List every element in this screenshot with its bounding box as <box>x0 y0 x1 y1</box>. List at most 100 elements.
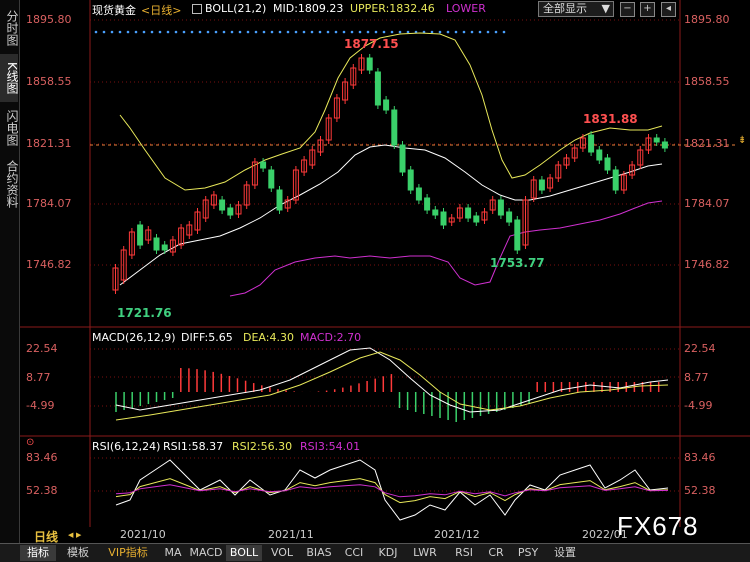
signal-dot <box>470 30 474 34</box>
candle-body <box>612 169 619 191</box>
signal-dot <box>390 30 394 34</box>
signal-dot <box>246 30 250 34</box>
tab-vol[interactable]: VOL <box>266 545 298 561</box>
arrow-icon[interactable]: ◂ <box>661 2 676 17</box>
candle-body <box>153 237 160 251</box>
xaxis-label-3: 2021/12 <box>434 528 480 541</box>
tab-templates[interactable]: 模板 <box>60 545 96 561</box>
tab-timeshare[interactable]: 分时图 <box>0 4 19 52</box>
candle-body <box>432 209 439 216</box>
arrow-left-icon[interactable]: ◀ <box>68 531 73 539</box>
tab-contract-info[interactable]: 合约资料 <box>0 154 19 214</box>
boll-upper-line <box>119 32 663 191</box>
tab-cr[interactable]: CR <box>482 545 510 561</box>
plus-icon[interactable]: + <box>640 2 655 17</box>
period-label[interactable]: <日线> <box>141 2 181 18</box>
annotation-low: 1721.76 <box>117 306 172 320</box>
chevron-down-icon: ▼ <box>601 2 610 15</box>
yaxis-left-5: 1746.82 <box>26 258 72 271</box>
boll-title: BOLL(21,2) <box>205 2 267 15</box>
candle-body <box>227 207 234 216</box>
tab-kdj[interactable]: KDJ <box>372 545 404 561</box>
candle-body <box>538 179 545 191</box>
candle-body <box>399 144 406 173</box>
macd-yaxis-left-1: 22.54 <box>26 342 58 355</box>
macd-yaxis-right-3: -4.99 <box>684 399 713 412</box>
rsi2-value: RSI2:56.30 <box>232 440 293 453</box>
candle-body <box>497 199 504 216</box>
rsi3-value: RSI3:54.01 <box>300 440 361 453</box>
candle-body <box>604 157 611 171</box>
chart-area[interactable]: 现货黄金 <日线> BOLL(21,2) MID:1809.23 UPPER:1… <box>20 0 750 543</box>
tab-vip-indicators[interactable]: VIP指标 <box>100 545 156 561</box>
macd-yaxis-left-2: 8.77 <box>26 371 51 384</box>
signal-dot <box>182 30 186 34</box>
signal-dot <box>334 30 338 34</box>
macd-yaxis-left-3: -4.99 <box>26 399 55 412</box>
macd-dea: DEA:4.30 <box>243 331 294 344</box>
signal-dot <box>486 30 490 34</box>
tab-rsi[interactable]: RSI <box>448 545 480 561</box>
yaxis-left-2: 1858.55 <box>26 75 72 88</box>
tab-flash-chart[interactable]: 闪电图 <box>0 104 19 152</box>
signal-dot <box>102 30 106 34</box>
signal-dot <box>158 30 162 34</box>
signal-dot <box>446 30 450 34</box>
indicator-settings-icon[interactable]: ⊙ <box>26 437 34 448</box>
rsi-yaxis-left-1: 83.46 <box>26 451 58 464</box>
yaxis-left-1: 1895.80 <box>26 13 72 26</box>
signal-dot <box>350 30 354 34</box>
annotation-mid-low: 1753.77 <box>490 256 545 270</box>
rsi3-line <box>115 484 669 498</box>
macd-title: MACD(26,12,9) <box>92 331 176 344</box>
candle-body <box>588 134 595 153</box>
tab-ma[interactable]: MA <box>158 545 188 561</box>
yaxis-left-3: 1821.31 <box>26 137 72 150</box>
signal-dot <box>222 30 226 34</box>
kline-svg <box>20 0 750 527</box>
rsi1-value: RSI1:58.37 <box>163 440 224 453</box>
tab-kline[interactable]: K线图 <box>0 54 19 102</box>
candle-body <box>653 137 660 143</box>
candle-body <box>383 99 390 111</box>
xaxis-label-1: 2021/10 <box>120 528 166 541</box>
candle-body <box>440 211 447 226</box>
rsi-title: RSI(6,12,24) <box>92 440 161 453</box>
signal-dot <box>406 30 410 34</box>
tab-boll[interactable]: BOLL <box>226 545 262 561</box>
candle-body <box>260 161 267 169</box>
tab-macd[interactable]: MACD <box>188 545 224 561</box>
rsi-yaxis-left-2: 52.38 <box>26 484 58 497</box>
macd-diff: DIFF:5.65 <box>181 331 233 344</box>
tab-indicators[interactable]: 指标 <box>20 545 56 561</box>
tab-cci[interactable]: CCI <box>338 545 370 561</box>
candle-body <box>473 215 480 223</box>
display-dropdown[interactable]: 全部显示 ▼ <box>538 1 614 17</box>
signal-dot <box>382 30 386 34</box>
signal-dot <box>198 30 202 34</box>
signal-dot <box>174 30 178 34</box>
signal-dot <box>502 30 506 34</box>
tab-settings[interactable]: 设置 <box>548 545 582 561</box>
signal-dot <box>326 30 330 34</box>
signal-dot <box>262 30 266 34</box>
minus-icon[interactable]: − <box>620 2 635 17</box>
candle-body <box>506 211 513 223</box>
tab-bias[interactable]: BIAS <box>302 545 336 561</box>
candle-body <box>596 149 603 161</box>
tab-lwr[interactable]: LWR <box>408 545 442 561</box>
signal-dot <box>438 30 442 34</box>
yaxis-left-4: 1784.07 <box>26 197 72 210</box>
lock-icon[interactable] <box>192 4 202 14</box>
candle-body <box>161 244 168 251</box>
signal-dot <box>454 30 458 34</box>
candle-body <box>219 199 226 211</box>
arrow-right-icon[interactable]: ▶ <box>76 531 81 539</box>
boll-mid-line <box>119 144 663 286</box>
rsi-yaxis-right-2: 52.38 <box>684 484 716 497</box>
candle-body <box>514 219 521 251</box>
display-dropdown-value: 全部显示 <box>543 2 587 15</box>
yaxis-right-5: 1746.82 <box>684 258 730 271</box>
tab-psy[interactable]: PSY <box>512 545 544 561</box>
signal-dot <box>94 30 98 34</box>
